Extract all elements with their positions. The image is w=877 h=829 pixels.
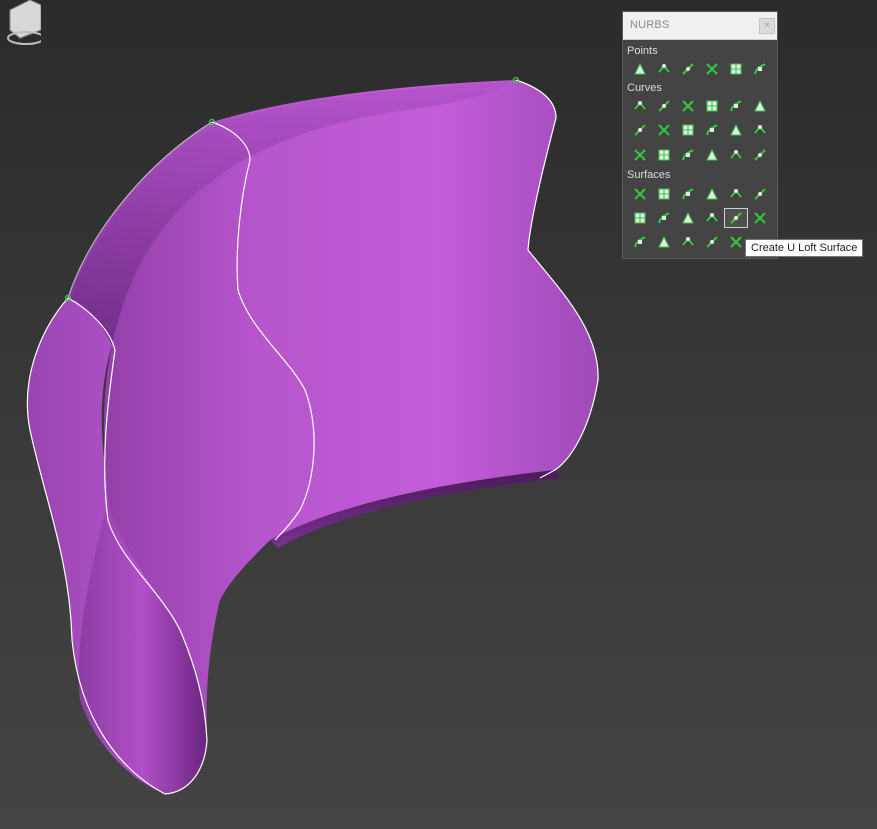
blend-curve-icon <box>730 100 742 112</box>
surfaces-tools-row-2 <box>628 208 772 228</box>
offset-surface-icon <box>730 189 742 198</box>
cv-curve-icon <box>634 101 646 110</box>
create-ruled-surface-button[interactable] <box>676 208 700 228</box>
multisided-blend-icon <box>682 237 694 246</box>
create-point-curve-on-surface-button[interactable] <box>700 145 724 165</box>
u-iso-curve-icon <box>730 123 742 136</box>
point-offset-icon <box>658 64 670 73</box>
intersection-curve-icon <box>706 124 718 136</box>
create-mirror-surface-button[interactable] <box>748 184 772 204</box>
vector-projected-icon <box>658 149 670 161</box>
create-fit-curve-button[interactable] <box>676 96 700 116</box>
nurbs-titlebar[interactable]: NURBS × <box>623 12 777 40</box>
chamfer-curve-icon <box>658 124 670 136</box>
lathe-surface-icon <box>658 212 670 224</box>
create-mirror-curve-button[interactable] <box>628 120 652 140</box>
surface-curve-point-icon <box>754 63 766 75</box>
create-cv-curve-on-surface-button[interactable] <box>676 145 700 165</box>
fillet-surface-icon <box>730 236 742 248</box>
create-cap-surface-button[interactable] <box>700 208 724 228</box>
create-offset-point-button[interactable] <box>652 59 676 79</box>
section-label-surfaces: Surfaces <box>627 169 671 181</box>
surface-offset-curve-icon <box>730 150 742 159</box>
ruled-surface-icon <box>682 211 694 224</box>
close-button[interactable]: × <box>759 18 775 34</box>
create-surface-surface-intersection-curve-button[interactable] <box>700 120 724 140</box>
v-iso-curve-icon <box>754 125 766 134</box>
cap-surface-icon <box>706 213 718 222</box>
curve-curve-point-icon <box>706 63 718 75</box>
create-vector-projected-curve-button[interactable] <box>652 145 676 165</box>
create-uv-loft-surface-button[interactable] <box>748 208 772 228</box>
create-surface-edge-curve-button[interactable] <box>748 145 772 165</box>
section-label-points: Points <box>627 45 658 57</box>
create-lathe-surface-button[interactable] <box>652 208 676 228</box>
curves-tools-row-1 <box>628 96 772 116</box>
curves-tools-row-3 <box>628 145 772 165</box>
create-2-rail-sweep-button[interactable] <box>652 232 676 252</box>
section-label-curves: Curves <box>627 82 662 94</box>
offset-curve-icon <box>754 99 766 112</box>
create-chamfer-curve-button[interactable] <box>652 120 676 140</box>
triangle-icon <box>634 62 646 75</box>
normal-projected-icon <box>634 149 646 161</box>
create-surface-curve-point-button[interactable] <box>748 59 772 79</box>
create-normal-projected-curve-button[interactable] <box>628 145 652 165</box>
create-multicurve-trimmed-surface-button[interactable] <box>700 232 724 252</box>
two-rail-sweep-icon <box>658 235 670 248</box>
create-point-button[interactable] <box>628 59 652 79</box>
surfaces-tools-row-1 <box>628 184 772 204</box>
multicurve-trim-icon <box>706 236 718 248</box>
create-u-loft-surface-button[interactable] <box>724 208 748 228</box>
create-point-curve-button[interactable] <box>652 96 676 116</box>
create-blend-surface-button[interactable] <box>700 184 724 204</box>
uv-loft-surface-icon <box>754 212 766 224</box>
cv-on-surface-icon <box>682 149 694 161</box>
create-transform-surface-button[interactable] <box>676 184 700 204</box>
mirror-curve-icon <box>634 124 646 136</box>
u-loft-surface-icon <box>730 212 742 224</box>
create-offset-surface-button[interactable] <box>724 184 748 204</box>
surface-point-icon <box>730 63 742 75</box>
create-extrude-surface-button[interactable] <box>628 208 652 228</box>
point-surface-icon <box>658 188 670 200</box>
create-cv-curve-button[interactable] <box>628 96 652 116</box>
points-tools-row <box>628 59 772 79</box>
fillet-curve-icon <box>682 124 694 136</box>
create-surface-offset-curve-button[interactable] <box>724 145 748 165</box>
create-cv-surface-button[interactable] <box>628 184 652 204</box>
create-blend-curve-button[interactable] <box>724 96 748 116</box>
create-curve-curve-point-button[interactable] <box>700 59 724 79</box>
create-multisided-blend-button[interactable] <box>676 232 700 252</box>
transform-surface-icon <box>682 188 694 200</box>
create-1-rail-sweep-button[interactable] <box>628 232 652 252</box>
view-cube-icon[interactable] <box>0 0 41 48</box>
blend-surface-icon <box>706 187 718 200</box>
nurbs-title: NURBS <box>630 19 670 31</box>
nurbs-toolbox[interactable]: NURBS × Points Curves Surfaces <box>622 11 778 259</box>
create-u-iso-curve-button[interactable] <box>724 120 748 140</box>
curve-point-icon <box>682 63 694 75</box>
create-curve-point-button[interactable] <box>676 59 700 79</box>
one-rail-sweep-icon <box>634 236 646 248</box>
surface-edge-curve-icon <box>754 149 766 161</box>
create-transform-curve-button[interactable] <box>700 96 724 116</box>
cv-surface-icon <box>634 188 646 200</box>
create-point-surface-button[interactable] <box>652 184 676 204</box>
surfaces-tools-row-3 <box>628 232 748 252</box>
curves-tools-row-2 <box>628 120 772 140</box>
mirror-surface-icon <box>754 188 766 200</box>
extrude-surface-icon <box>634 212 646 224</box>
create-fillet-curve-button[interactable] <box>676 120 700 140</box>
create-offset-curve-button[interactable] <box>748 96 772 116</box>
tooltip: Create U Loft Surface <box>745 239 864 257</box>
point-curve-icon <box>658 100 670 112</box>
fit-curve-icon <box>682 100 694 112</box>
create-surface-point-button[interactable] <box>724 59 748 79</box>
create-v-iso-curve-button[interactable] <box>748 120 772 140</box>
point-on-surface-icon <box>706 148 718 161</box>
transform-curve-icon <box>706 100 718 112</box>
